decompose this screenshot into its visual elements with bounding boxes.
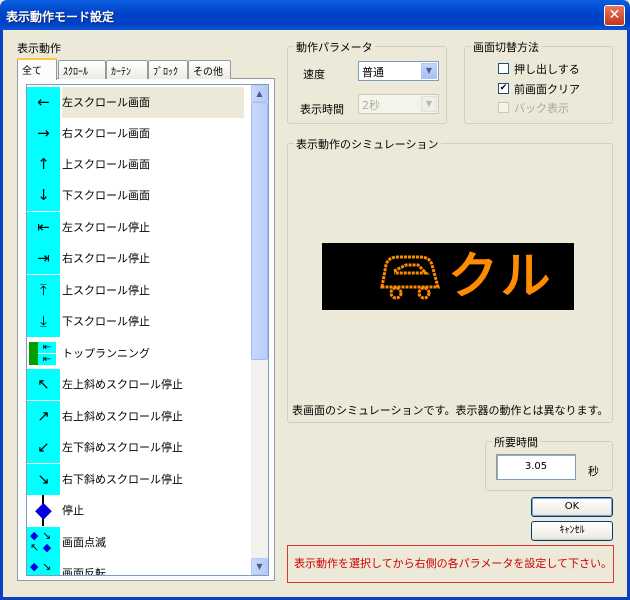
scroll-thumb[interactable] [251, 102, 268, 360]
list-item-label: 停止 [62, 504, 84, 517]
chevron-down-icon[interactable]: ▼ [421, 63, 437, 79]
arrow-down-icon: ↓ [27, 180, 60, 211]
instruction-message: 表示動作を選択してから右側の各パラメータを設定して下さい。 [287, 545, 614, 583]
speed-label: 速度 [303, 68, 325, 81]
close-button[interactable]: ✕ [604, 5, 625, 26]
screen-switch-legend: 画面切替方法 [471, 39, 541, 55]
push-out-label: 押し出しする [514, 63, 580, 76]
arrow-down-bar-icon: ⤓ [27, 306, 60, 337]
cancel-button[interactable]: ｷｬﾝｾﾙ [531, 521, 613, 541]
list-item[interactable]: ↗ 右上斜めスクロール停止 [27, 401, 255, 432]
scroll-down-button[interactable]: ▼ [251, 558, 268, 575]
action-listbox[interactable]: ← 左スクロール画面 → 右スクロール画面 ↑ 上スクロール画面 ↓ 下スクロー… [26, 84, 269, 576]
list-item[interactable]: → 右スクロール画面 [27, 118, 255, 149]
list-item[interactable]: ⇤ 左スクロール停止 [27, 212, 255, 243]
arrow-up-left-icon: ↖ [27, 369, 60, 400]
list-item-label: 右上斜めスクロール停止 [62, 410, 183, 423]
list-item-label: 下スクロール停止 [62, 315, 150, 328]
stop-diamond-icon: ◆ [27, 495, 60, 526]
title-bar[interactable]: 表示動作モード設定 ✕ [0, 0, 630, 30]
tab-curtain[interactable]: ｶｰﾃﾝ [106, 60, 148, 79]
tab-block[interactable]: ﾌﾞﾛｯｸ [148, 60, 188, 79]
speed-value: 普通 [362, 66, 384, 79]
list-item-label: 左スクロール停止 [62, 221, 150, 234]
list-item-label: 画面反転 [62, 567, 106, 576]
list-item-label: トップランニング [62, 347, 150, 360]
list-item[interactable]: ⇥ 右スクロール停止 [27, 243, 255, 274]
simulation-legend: 表示動作のシミュレーション [294, 136, 441, 152]
arrow-right-icon: → [27, 118, 60, 149]
list-item[interactable]: ⤓ 下スクロール停止 [27, 306, 255, 337]
clear-previous-label: 前画面クリア [514, 83, 580, 96]
list-item[interactable]: ◆ ↘ 画面反転 [27, 558, 255, 576]
push-out-checkbox[interactable] [498, 63, 509, 74]
display-time-select[interactable]: 2秒 ▼ [358, 94, 439, 114]
list-item[interactable]: ⇤ ⇤ トップランニング [27, 338, 255, 369]
list-item-label: 左上斜めスクロール停止 [62, 378, 183, 391]
simulation-note: 表画面のシミュレーションです。表示器の動作とは異なります。 [292, 404, 609, 417]
back-display-label: バック表示 [514, 102, 569, 115]
arrow-down-right-icon: ↘ [27, 464, 60, 495]
back-display-checkbox[interactable] [498, 102, 509, 113]
window-title: 表示動作モード設定 [6, 10, 115, 24]
duration-value: 3.05 [496, 454, 576, 480]
led-text: クル [448, 247, 555, 305]
list-item[interactable]: ◆ ↘ ↖ ◆ 画面点滅 [27, 527, 255, 558]
list-item-label: 下スクロール画面 [62, 189, 150, 202]
list-item[interactable]: ⤒ 上スクロール停止 [27, 275, 255, 306]
list-item[interactable]: ↖ 左上斜めスクロール停止 [27, 369, 255, 400]
list-item-label: 上スクロール画面 [62, 158, 150, 171]
list-item[interactable]: ↑ 上スクロール画面 [27, 149, 255, 180]
list-item-label: 画面点滅 [62, 536, 106, 549]
list-item-label: 左スクロール画面 [62, 87, 244, 118]
list-scrollbar[interactable]: ▲ ▼ [251, 85, 268, 575]
list-item[interactable]: ← 左スクロール画面 [27, 87, 255, 118]
duration-legend: 所要時間 [492, 434, 540, 450]
action-parameters-legend: 動作パラメータ [294, 39, 375, 55]
chevron-down-icon[interactable]: ▼ [421, 96, 437, 112]
speed-select[interactable]: 普通 ▼ [358, 61, 439, 81]
arrow-up-right-icon: ↗ [27, 401, 60, 432]
list-item[interactable]: ↙ 左下斜めスクロール停止 [27, 432, 255, 463]
list-item[interactable]: ↘ 右下斜めスクロール停止 [27, 464, 255, 495]
arrow-up-icon: ↑ [27, 149, 60, 180]
ok-button[interactable]: OK [531, 497, 613, 517]
clear-previous-checkbox[interactable]: ✔ [498, 83, 509, 94]
list-item[interactable]: ↓ 下スクロール画面 [27, 180, 255, 211]
tab-scroll[interactable]: ｽｸﾛｰﾙ [58, 60, 106, 79]
list-item-label: 上スクロール停止 [62, 284, 150, 297]
list-item[interactable]: ◆ 停止 [27, 495, 255, 526]
arrow-right-bar-icon: ⇥ [27, 243, 60, 274]
scroll-up-button[interactable]: ▲ [251, 85, 268, 102]
duration-unit: 秒 [588, 465, 599, 478]
display-time-label: 表示時間 [300, 103, 344, 116]
arrow-left-bar-icon: ⇤ [27, 212, 60, 243]
led-display: クル [322, 243, 574, 310]
top-running-icon: ⇤ ⇤ [27, 338, 60, 369]
arrow-down-left-icon: ↙ [27, 432, 60, 463]
screen-blink-icon: ◆ ↘ ↖ ◆ [27, 527, 60, 558]
display-time-value: 2秒 [362, 99, 380, 112]
arrow-left-icon: ← [27, 87, 60, 118]
list-item-label: 右スクロール停止 [62, 252, 150, 265]
list-item-label: 左下斜めスクロール停止 [62, 441, 183, 454]
tab-other[interactable]: その他 [188, 60, 231, 79]
screen-invert-icon: ◆ ↘ [27, 558, 60, 575]
list-item-label: 右スクロール画面 [62, 127, 150, 140]
list-item-label: 右下斜めスクロール停止 [62, 473, 183, 486]
display-action-label: 表示動作 [17, 42, 61, 55]
arrow-up-bar-icon: ⤒ [27, 275, 60, 306]
tab-all[interactable]: 全て [17, 58, 57, 80]
